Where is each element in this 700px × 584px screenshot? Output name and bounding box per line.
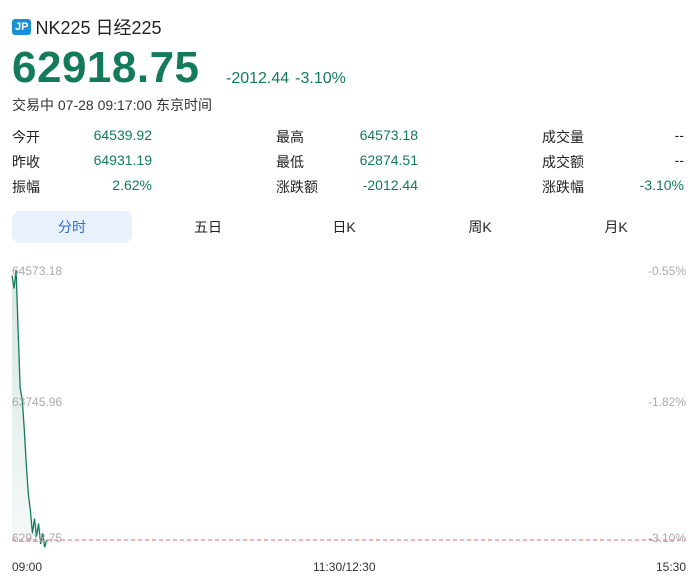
stat-value: -- [674, 127, 684, 143]
stat-value: 64573.18 [359, 127, 418, 143]
stats-row: 振幅 2.62% 涨跌额 -2012.44 涨跌幅 -3.10% [12, 174, 684, 199]
y-axis-label-right: -0.55% [647, 264, 686, 278]
tab-weekly-k[interactable]: 周K [420, 211, 540, 243]
stat-label: 最低 [276, 154, 304, 170]
stat-value: 62874.51 [359, 152, 418, 168]
stat-label: 最高 [276, 129, 304, 145]
tab-daily-k[interactable]: 日K [284, 211, 404, 243]
stat-label: 今开 [12, 129, 40, 145]
stat-label: 振幅 [12, 179, 40, 195]
quote-header: JP NK225 日经225 [12, 14, 162, 40]
trading-status: 交易中 07-28 09:17:00 东京时间 [12, 97, 212, 113]
stats-row: 今开 64539.92 最高 64573.18 成交量 -- [12, 124, 684, 149]
intraday-chart[interactable]: 64573.18 63745.96 62918.75 -0.55% -1.82%… [0, 256, 700, 584]
stat-label: 涨跌额 [276, 179, 318, 195]
y-axis-label-right: -3.10% [647, 531, 686, 545]
stat-value: 64931.19 [93, 152, 152, 168]
stat-label: 成交额 [542, 154, 584, 170]
tab-monthly-k[interactable]: 月K [556, 211, 676, 243]
tab-five-day[interactable]: 五日 [148, 211, 268, 243]
change-percent: -3.10% [295, 70, 346, 87]
y-axis-label-left: 62918.75 [12, 531, 63, 545]
stat-label: 涨跌幅 [542, 179, 584, 195]
stat-value: 64539.92 [93, 127, 152, 143]
y-axis-label-left: 63745.96 [12, 395, 63, 409]
stat-value: -3.10% [639, 177, 684, 193]
period-tabs: 分时 五日 日K 周K 月K [12, 211, 688, 245]
stat-label: 成交量 [542, 129, 584, 145]
market-badge: JP [12, 19, 32, 35]
stat-value: -- [674, 152, 684, 168]
y-axis-label-left: 64573.18 [12, 264, 63, 278]
index-title: NK225 日经225 [35, 18, 162, 38]
stats-table: 今开 64539.92 最高 64573.18 成交量 -- 昨收 64931.19 最… [12, 124, 684, 199]
change-amount: -2012.44 [226, 70, 290, 87]
price-change: -2012.44 -3.10% [226, 70, 352, 88]
x-axis-label: 11:30/12:30 [313, 560, 376, 574]
y-axis-label-right: -1.82% [647, 395, 686, 409]
stat-label: 昨收 [12, 154, 40, 170]
tab-intraday[interactable]: 分时 [12, 211, 132, 243]
stats-row: 昨收 64931.19 最低 62874.51 成交额 -- [12, 149, 684, 174]
intraday-chart-svg [11, 269, 686, 548]
current-price: 62918.75 [12, 43, 200, 92]
stat-value: 2.62% [112, 177, 152, 193]
x-axis-label: 15:30 [655, 560, 686, 574]
x-axis-label: 09:00 [12, 560, 43, 574]
stat-value: -2012.44 [362, 177, 418, 193]
